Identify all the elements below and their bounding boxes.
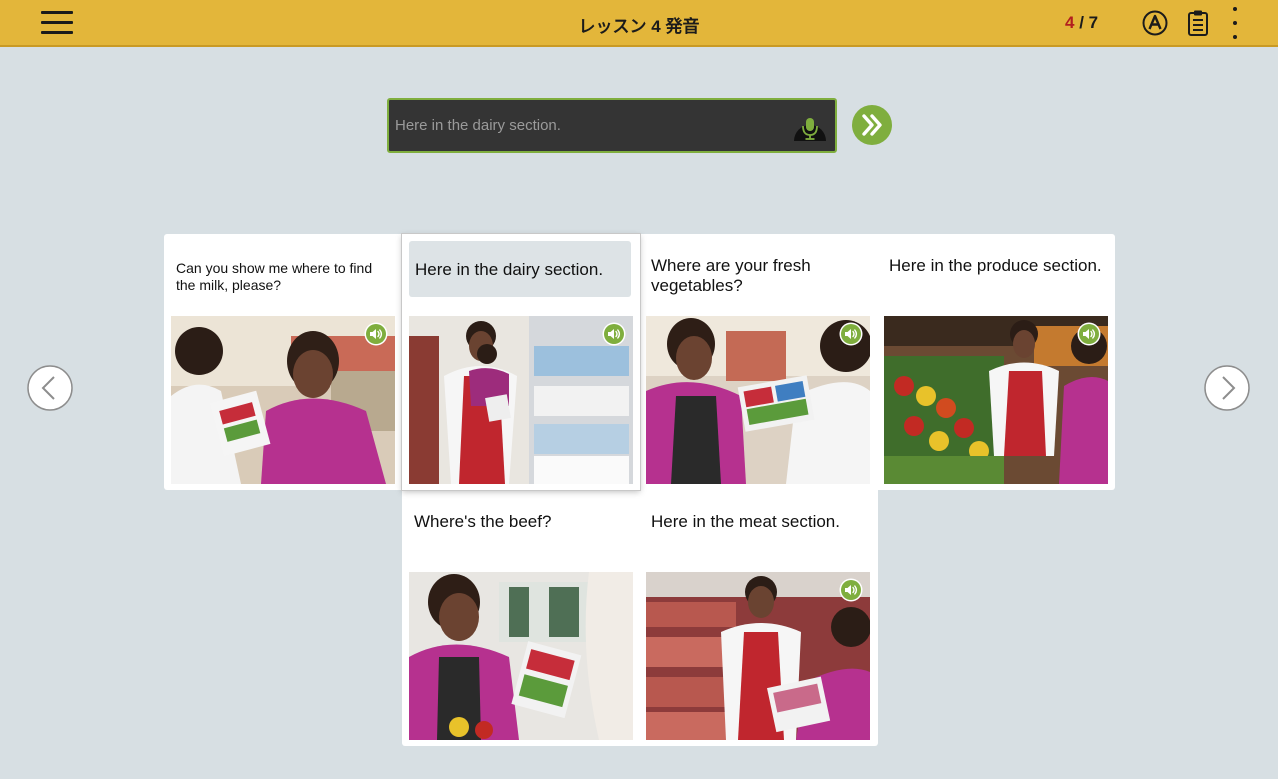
microphone-icon[interactable] bbox=[791, 108, 829, 144]
card-text: Can you show me where to find the milk, … bbox=[176, 260, 373, 293]
card-text: Here in the meat section. bbox=[651, 512, 840, 531]
phrase-card-3[interactable]: Where are your fresh vegetables? bbox=[639, 234, 877, 490]
photo-shopper-asking-vegetables bbox=[646, 316, 870, 484]
photo-clerk-produce-section bbox=[884, 316, 1108, 484]
photo-clerk-dairy-aisle bbox=[409, 316, 633, 484]
phrase-card-1[interactable]: Can you show me where to find the milk, … bbox=[164, 234, 402, 490]
photo-shopper-showing-flyer bbox=[171, 316, 395, 484]
card-text: Here in the dairy section. bbox=[415, 259, 604, 279]
speaker-icon[interactable] bbox=[839, 322, 863, 346]
top-bar: レッスン 4 発音 4 / 7 bbox=[0, 0, 1278, 47]
vertical-dots-icon[interactable] bbox=[1226, 5, 1244, 41]
card-text: Where are your fresh vegetables? bbox=[651, 256, 811, 295]
card-text-highlight: Here in the dairy section. bbox=[409, 241, 631, 297]
card-text: Here in the produce section. bbox=[889, 256, 1102, 275]
speaker-icon[interactable] bbox=[602, 322, 626, 346]
speaker-icon[interactable] bbox=[839, 578, 863, 602]
chevron-left-icon[interactable] bbox=[27, 365, 73, 411]
counter-total: 7 bbox=[1088, 13, 1099, 32]
double-chevron-right-icon[interactable] bbox=[852, 105, 892, 145]
chevron-right-icon[interactable] bbox=[1204, 365, 1250, 411]
phrase-card-5[interactable]: Where's the beef? bbox=[402, 490, 640, 746]
speaker-icon[interactable] bbox=[364, 322, 388, 346]
photo-clerk-meat-section bbox=[646, 572, 870, 740]
speech-answer-field[interactable]: Here in the dairy section. bbox=[387, 98, 837, 153]
phrase-card-6[interactable]: Here in the meat section. bbox=[639, 490, 877, 746]
phrase-card-4[interactable]: Here in the produce section. bbox=[877, 234, 1115, 490]
circled-a-icon[interactable] bbox=[1142, 10, 1168, 36]
counter-separator: / bbox=[1074, 13, 1089, 32]
progress-counter: 4 / 7 bbox=[1065, 13, 1098, 33]
clipboard-icon[interactable] bbox=[1187, 9, 1209, 37]
card-text: Where's the beef? bbox=[414, 512, 552, 531]
speaker-icon[interactable] bbox=[1077, 322, 1101, 346]
photo-shopper-asking-beef bbox=[409, 572, 633, 740]
phrase-card-2[interactable]: Here in the dairy section. bbox=[402, 234, 640, 490]
answer-text: Here in the dairy section. bbox=[395, 117, 561, 134]
